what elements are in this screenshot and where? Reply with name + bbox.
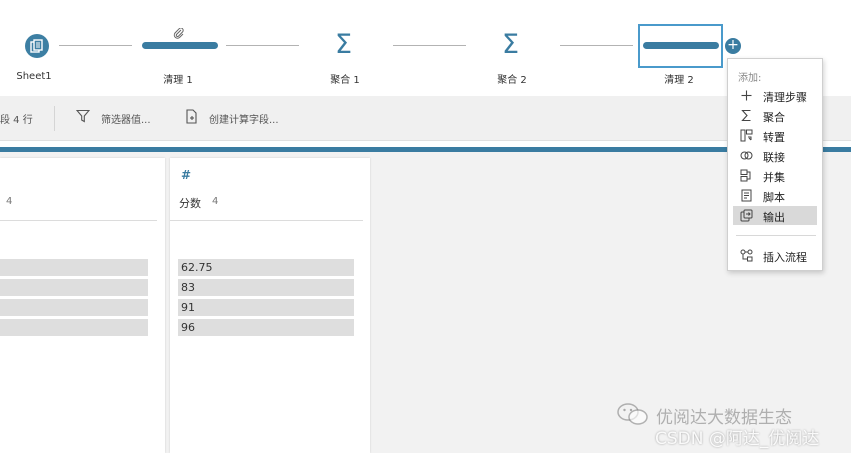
pivot-icon: [740, 129, 753, 142]
node-label: 清理 1: [163, 75, 193, 86]
menu-separator: [736, 235, 816, 236]
node-label: 聚合 1: [330, 75, 360, 86]
menu-item-label: 并集: [763, 171, 785, 184]
clean-step-icon[interactable]: [142, 42, 218, 49]
menu-item-label: 插入流程: [763, 251, 807, 264]
sigma-icon[interactable]: Σ: [502, 29, 519, 61]
wechat-logo-icon: [617, 403, 648, 425]
plus-icon: [741, 90, 752, 101]
paperclip-icon: [173, 28, 184, 39]
value-bar[interactable]: [0, 279, 148, 296]
watermark-author: CSDN @阿达_优阅达: [655, 429, 820, 449]
field-profile-card-score[interactable]: # 分数 4 62.75 83 91 96: [170, 158, 370, 453]
field-profile-card[interactable]: 4: [0, 158, 165, 453]
card-separator: [170, 220, 363, 221]
flow-connector: [393, 45, 466, 46]
calculated-field-icon: [186, 109, 197, 124]
value-bar[interactable]: 96: [178, 319, 354, 336]
number-type-icon[interactable]: #: [181, 168, 191, 182]
flow-connector: [560, 45, 633, 46]
menu-item-script[interactable]: 脚本: [733, 186, 817, 205]
plus-circle-icon[interactable]: +: [725, 38, 741, 54]
field-name[interactable]: 分数: [179, 195, 201, 211]
join-icon: [740, 151, 753, 160]
menu-item-clean-step[interactable]: 清理步骤: [733, 86, 817, 105]
create-calculated-field-label: 创建计算字段...: [209, 115, 279, 126]
union-icon: [740, 169, 751, 182]
field-distinct-count: 4: [212, 196, 219, 207]
menu-item-aggregate[interactable]: 聚合: [733, 106, 817, 125]
filter-values-label: 筛选器值...: [101, 115, 151, 126]
toolbar-divider: [54, 106, 55, 131]
node-label: Sheet1: [16, 71, 52, 82]
value-bar[interactable]: 91: [178, 299, 354, 316]
sigma-icon: [741, 109, 751, 122]
menu-item-output[interactable]: 输出: [733, 206, 817, 225]
flow-connector: [226, 45, 299, 46]
flow-canvas: Sheet1 清理 1 Σ 聚合 1 Σ 聚合 2 清理 2 +: [0, 0, 851, 96]
field-distinct-count: 4: [6, 196, 13, 207]
profile-toolbar: 段 4 行 筛选器值... 创建计算字段...: [0, 96, 851, 141]
value-bar[interactable]: [0, 319, 148, 336]
menu-item-label: 脚本: [763, 191, 785, 204]
clean-step-icon[interactable]: [643, 42, 719, 49]
menu-item-label: 清理步骤: [763, 91, 807, 104]
flow-connector: [59, 45, 132, 46]
menu-item-union[interactable]: 并集: [733, 166, 817, 185]
sheet-icon[interactable]: [25, 34, 49, 58]
menu-item-label: 转置: [763, 131, 785, 144]
menu-item-label: 输出: [763, 211, 785, 224]
menu-item-label: 联接: [763, 151, 785, 164]
output-icon: [740, 209, 753, 222]
insert-flow-icon: [740, 249, 753, 262]
menu-item-pivot[interactable]: 转置: [733, 126, 817, 145]
value-bar[interactable]: [0, 259, 148, 276]
filter-icon: [76, 109, 90, 123]
menu-header: 添加:: [738, 73, 762, 84]
value-bar[interactable]: [0, 299, 148, 316]
sigma-icon[interactable]: Σ: [335, 29, 352, 61]
fields-rows-info: 段 4 行: [0, 115, 33, 126]
node-label: 清理 2: [664, 75, 694, 86]
script-icon: [741, 189, 752, 202]
menu-item-insert-flow[interactable]: 插入流程: [733, 246, 817, 265]
menu-item-join[interactable]: 联接: [733, 146, 817, 165]
value-bar[interactable]: 62.75: [178, 259, 354, 276]
value-bar[interactable]: 83: [178, 279, 354, 296]
card-separator: [0, 220, 157, 221]
add-step-menu: 添加: 清理步骤 聚合 转置 联接 并集 脚本 输出 插入流程: [727, 58, 823, 271]
node-label: 聚合 2: [497, 75, 527, 86]
menu-item-label: 聚合: [763, 111, 785, 124]
